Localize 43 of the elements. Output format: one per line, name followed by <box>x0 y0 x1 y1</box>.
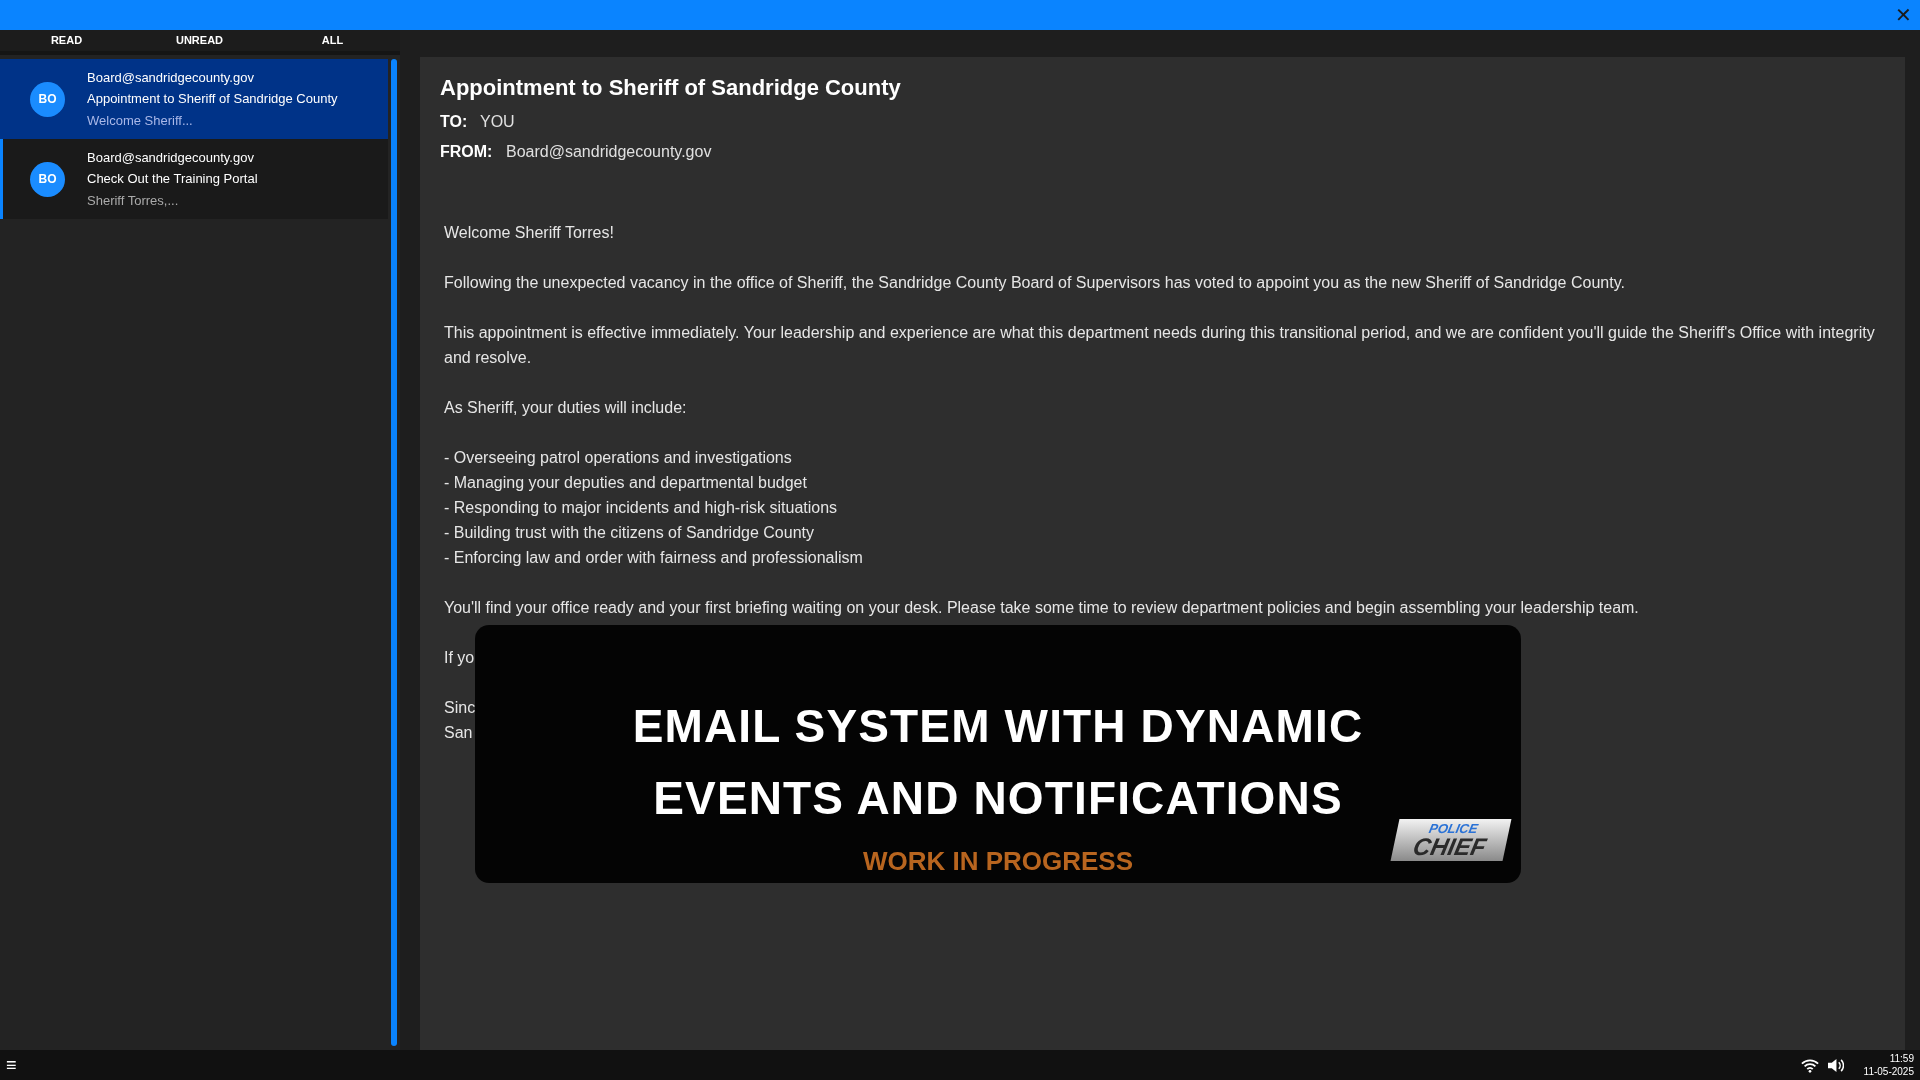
email-preview: Sheriff Torres,... <box>87 191 180 210</box>
email-preview: Welcome Sheriff... <box>87 111 194 130</box>
logo-text: CHIEF <box>1411 834 1489 859</box>
filter-tab[interactable]: ALL <box>266 30 399 51</box>
body-paragraph: Welcome Sheriff Torres! <box>444 223 614 243</box>
field-label: TO: <box>440 112 469 132</box>
body-line: San <box>444 723 473 743</box>
filter-tab[interactable]: UNREAD <box>133 30 266 51</box>
body-line: - Managing your deputies and departmental budget <box>444 473 807 493</box>
field-label: FROM: <box>440 142 494 162</box>
close-button[interactable]: ✕ <box>1891 5 1916 25</box>
menu-button[interactable]: ≡ <box>6 1056 17 1074</box>
email-list-item[interactable]: BO Board@sandridgecounty.gov Appointment to Sheriff of Sandridge County Welcome Sheriff... <box>0 59 388 139</box>
body-line: - Responding to major incidents and high-risk situations <box>444 498 838 518</box>
body-paragraph: As Sheriff, your duties will include: <box>444 398 687 418</box>
body-line: Sinc <box>444 698 476 718</box>
banner-subtitle: WORK IN PROGRESS <box>862 845 1134 878</box>
email-list-item[interactable]: BO Board@sandridgecounty.gov Check Out the Training Portal Sheriff Torres,... <box>0 139 388 219</box>
body-paragraph: You'll find your office ready and your first briefing waiting on your desk. Please take some time to review department policies and begin assembling your leadership team. <box>444 598 1639 618</box>
avatar: BO <box>30 81 65 117</box>
logo-text: POLICE <box>1427 821 1480 835</box>
email-subject: Appointment to Sheriff of Sandridge County <box>87 90 338 109</box>
message-subject: Appointment to Sheriff of Sandridge County <box>440 74 902 102</box>
field-value: YOU <box>480 112 515 132</box>
clock-time: 11:59 <box>1889 1052 1914 1065</box>
sender-address: Board@sandridgecounty.gov <box>87 148 255 167</box>
filter-tab[interactable]: READ <box>0 30 133 51</box>
body-line: - Overseeing patrol operations and investigations <box>444 448 792 468</box>
clock-date: 11-05-2025 <box>1863 1065 1914 1078</box>
body-paragraph: If yo <box>444 648 475 668</box>
sender-address: Board@sandridgecounty.gov <box>87 68 255 87</box>
avatar: BO <box>30 161 65 197</box>
banner-title: EMAIL SYSTEM WITH DYNAMIC <box>632 699 1364 754</box>
email-subject: Check Out the Training Portal <box>87 170 258 189</box>
body-line: - Building trust with the citizens of Sandridge County <box>444 523 814 543</box>
field-value: Board@sandridgecounty.gov <box>506 142 712 162</box>
body-line: - Enforcing law and order with fairness and professionalism <box>444 548 863 568</box>
scrollbar[interactable] <box>391 59 397 1046</box>
banner-title: EVENTS AND NOTIFICATIONS <box>653 771 1343 826</box>
body-paragraph: This appointment is effective immediately. Your leadership and experience are what this department needs during this transitional period, and we are confident you'll guide the Sheriff's Office with integrity and resolve. <box>444 323 1875 368</box>
speaker-icon[interactable] <box>1826 1057 1844 1073</box>
body-paragraph: Following the unexpected vacancy in the office of Sheriff, the Sandridge County Board of Supervisors has voted to appoint you as the new Sheriff of Sandridge County. <box>444 273 1625 293</box>
wifi-icon[interactable] <box>1800 1057 1819 1073</box>
